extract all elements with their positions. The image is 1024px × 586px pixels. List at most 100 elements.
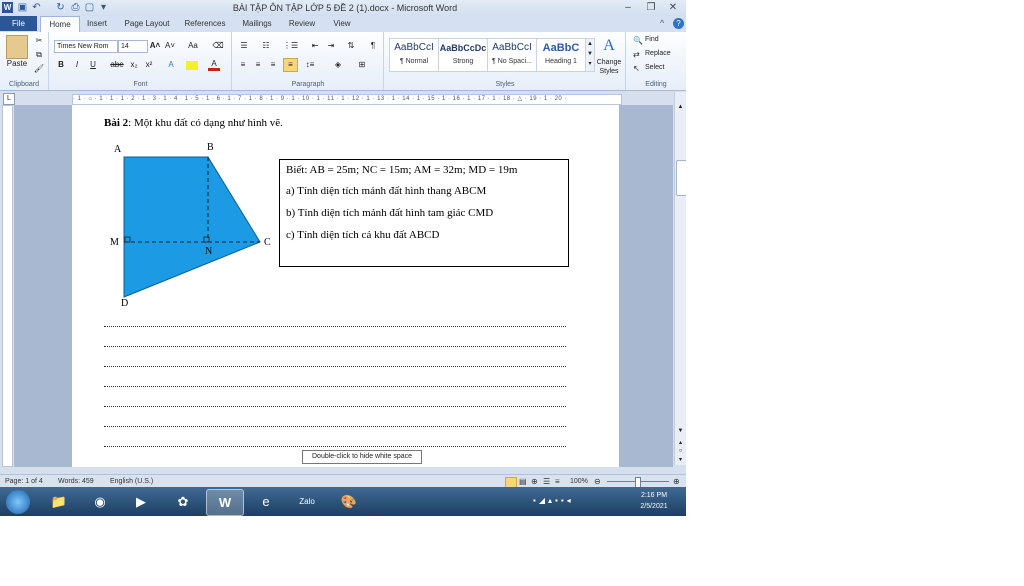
answer-line bbox=[104, 445, 566, 447]
line-spacing-icon[interactable]: ↕≡ bbox=[303, 59, 317, 71]
tab-selector-icon[interactable]: L bbox=[3, 93, 15, 105]
minimize-ribbon-icon[interactable]: ^ bbox=[660, 18, 670, 30]
tab-review[interactable]: Review bbox=[284, 16, 320, 32]
save-icon[interactable]: ▣ bbox=[17, 2, 28, 13]
scroll-down-icon[interactable]: ▼ bbox=[676, 428, 685, 434]
start-button[interactable] bbox=[6, 490, 30, 514]
style-normal[interactable]: AaBbCcI ¶ Normal bbox=[389, 38, 439, 72]
style-strong[interactable]: AaBbCcDc Strong bbox=[438, 38, 488, 72]
system-tray-icons[interactable]: ▪◢▴▪▪◂ bbox=[533, 496, 623, 508]
close-icon[interactable]: ✕ bbox=[662, 1, 684, 14]
find-icon: 🔍 bbox=[633, 36, 643, 45]
decrease-indent-icon[interactable]: ⇤ bbox=[309, 40, 321, 52]
clock[interactable]: 2:16 PM 2/5/2021 bbox=[628, 490, 680, 512]
undo-icon[interactable]: ↶ bbox=[31, 2, 42, 13]
text-effects-icon[interactable]: A bbox=[165, 59, 177, 71]
minimize-icon[interactable]: – bbox=[617, 1, 639, 14]
font-color-icon[interactable]: A bbox=[208, 59, 220, 71]
borders-icon[interactable]: ⊞ bbox=[355, 59, 369, 71]
paste-button[interactable]: Paste bbox=[2, 58, 32, 70]
tab-references[interactable]: References bbox=[181, 16, 229, 32]
style-sample: AaBbCcI bbox=[492, 42, 532, 53]
next-page-icon[interactable]: ▾ bbox=[676, 456, 685, 463]
increase-indent-icon[interactable]: ⇥ bbox=[325, 40, 337, 52]
subscript-button[interactable]: x₂ bbox=[128, 59, 140, 71]
tab-file[interactable]: File bbox=[0, 16, 37, 31]
scroll-thumb[interactable] bbox=[676, 160, 686, 196]
app-icon[interactable]: ✿ bbox=[165, 489, 201, 514]
media-player-icon[interactable]: ▶ bbox=[123, 489, 159, 514]
align-center-icon[interactable]: ≡ bbox=[252, 59, 264, 71]
print-preview-icon[interactable]: ⎙ bbox=[70, 2, 81, 13]
tab-page-layout[interactable]: Page Layout bbox=[119, 16, 175, 32]
highlight-color-icon[interactable] bbox=[186, 61, 198, 70]
bullets-icon[interactable]: ☰ bbox=[237, 40, 251, 52]
paragraph-group-label: Paragraph bbox=[291, 81, 325, 88]
numbering-icon[interactable]: ☷ bbox=[259, 40, 273, 52]
style-heading-1[interactable]: AaBbC Heading 1 bbox=[536, 38, 586, 72]
styles-group-label: Styles bbox=[495, 81, 515, 88]
tab-home[interactable]: Home bbox=[40, 16, 80, 33]
select-button[interactable]: Select bbox=[645, 64, 664, 71]
question-c: c) Tính diện tích cả khu đất ABCD bbox=[286, 229, 440, 241]
sort-icon[interactable]: ⇅ bbox=[345, 40, 357, 52]
replace-button[interactable]: Replace bbox=[645, 50, 671, 57]
tab-insert[interactable]: Insert bbox=[80, 16, 114, 32]
cut-icon[interactable]: ✂ bbox=[33, 35, 45, 47]
given-text: Biết: AB = 25m; NC = 15m; AM = 32m; MD =… bbox=[286, 164, 518, 176]
paint-icon[interactable]: 🎨 bbox=[331, 489, 367, 514]
font-name-combo[interactable]: Times New Rom bbox=[54, 40, 118, 53]
help-icon[interactable]: ? bbox=[673, 18, 684, 29]
problem-heading: Bài 2: Một khu đất có dạng như hình vẽ. bbox=[104, 117, 283, 129]
superscript-button[interactable]: x² bbox=[143, 59, 155, 71]
style-sample: AaBbCcI bbox=[394, 42, 434, 53]
styles-group: AaBbCcI ¶ Normal AaBbCcDc Strong AaBbCcI… bbox=[385, 32, 626, 90]
shading-icon[interactable]: ◈ bbox=[331, 59, 345, 71]
justify-icon[interactable]: ≡ bbox=[283, 58, 298, 72]
paste-icon[interactable] bbox=[6, 35, 28, 59]
find-button[interactable]: Find bbox=[645, 36, 659, 43]
clear-formatting-icon[interactable]: ⌫ bbox=[211, 40, 225, 52]
horizontal-ruler[interactable]: · 1 · ⌂ · 1 · 1 · 1 · 2 · 1 · 3 · 1 · 4 … bbox=[72, 94, 622, 105]
chrome-icon[interactable]: ◉ bbox=[82, 489, 118, 514]
align-left-icon[interactable]: ≡ bbox=[237, 59, 249, 71]
font-group: Times New Rom 14 A˄ A˅ Aa ⌫ B I U abe x₂… bbox=[50, 32, 232, 90]
strikethrough-button[interactable]: abe bbox=[110, 59, 124, 71]
change-styles-icon[interactable]: A bbox=[597, 36, 621, 56]
italic-button[interactable]: I bbox=[72, 59, 82, 71]
restore-icon[interactable]: ❐ bbox=[640, 1, 662, 14]
align-right-icon[interactable]: ≡ bbox=[267, 59, 279, 71]
customize-toolbar-icon[interactable]: ▾ bbox=[98, 2, 109, 13]
shrink-font-icon[interactable]: A˅ bbox=[164, 40, 176, 52]
zalo-icon[interactable]: Zalo bbox=[289, 489, 325, 514]
style-sample: AaBbCcDc bbox=[439, 43, 487, 53]
font-size-combo[interactable]: 14 bbox=[118, 40, 148, 53]
format-painter-icon[interactable]: 🖌 bbox=[33, 63, 45, 75]
redo-icon[interactable]: ↻ bbox=[55, 2, 66, 13]
tab-view[interactable]: View bbox=[327, 16, 357, 32]
multilevel-list-icon[interactable]: ⋮☰ bbox=[283, 40, 298, 52]
bold-button[interactable]: B bbox=[56, 59, 66, 71]
previous-page-icon[interactable]: ▴ bbox=[676, 439, 685, 446]
underline-button[interactable]: U bbox=[88, 59, 98, 71]
change-styles-button[interactable]: Change Styles bbox=[593, 58, 625, 76]
answer-line bbox=[104, 425, 566, 427]
copy-icon[interactable]: ⧉ bbox=[33, 49, 45, 61]
scroll-up-icon[interactable]: ▲ bbox=[676, 104, 685, 110]
vertical-ruler[interactable] bbox=[2, 105, 13, 467]
style-no-spacing[interactable]: AaBbCcI ¶ No Spaci... bbox=[487, 38, 537, 72]
status-bar: Page: 1 of 4 Words: 459 English (U.S.) ▤… bbox=[0, 474, 686, 488]
new-document-icon[interactable]: ▢ bbox=[84, 2, 95, 13]
grow-font-icon[interactable]: A˄ bbox=[149, 40, 161, 52]
answer-line bbox=[104, 385, 566, 387]
word-window: W ▣ ↶ ↻ ⎙ ▢ ▾ BÀI TẬP ÔN TẬP LỚP 5 ĐỀ 2 … bbox=[0, 0, 686, 516]
tab-mailings[interactable]: Mailings bbox=[236, 16, 278, 32]
style-name: ¶ No Spaci... bbox=[492, 58, 532, 65]
browse-object-icon[interactable]: ○ bbox=[676, 448, 685, 454]
word-taskbar-icon[interactable]: W bbox=[206, 489, 244, 516]
vertical-scrollbar[interactable]: ▲ ▼ ▴ ○ ▾ bbox=[674, 92, 686, 465]
show-marks-icon[interactable]: ¶ bbox=[367, 40, 379, 52]
internet-explorer-icon[interactable]: e bbox=[248, 489, 284, 514]
change-case-icon[interactable]: Aa bbox=[185, 40, 201, 52]
file-explorer-icon[interactable]: 📁 bbox=[41, 489, 77, 514]
